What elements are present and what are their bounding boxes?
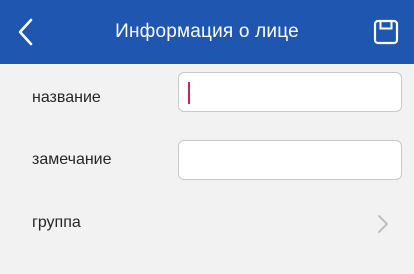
name-input[interactable]: [178, 72, 402, 112]
name-label: название: [32, 89, 101, 106]
save-button[interactable]: [368, 14, 404, 50]
floppy-disk-icon: [373, 19, 399, 45]
page-title: Информация о лице: [115, 21, 299, 42]
name-row: название: [0, 66, 414, 130]
group-row[interactable]: группа: [0, 192, 414, 254]
note-row: замечание: [0, 128, 414, 192]
chevron-right-icon: [374, 214, 392, 234]
text-cursor: [188, 82, 190, 104]
note-label: замечание: [32, 151, 112, 168]
back-button[interactable]: [8, 14, 44, 50]
person-info-screen: Информация о лице название замечание гру…: [0, 0, 414, 274]
note-input[interactable]: [178, 140, 402, 180]
top-app-bar: Информация о лице: [0, 0, 414, 64]
chevron-left-icon: [18, 18, 33, 46]
group-label: группа: [32, 214, 81, 231]
